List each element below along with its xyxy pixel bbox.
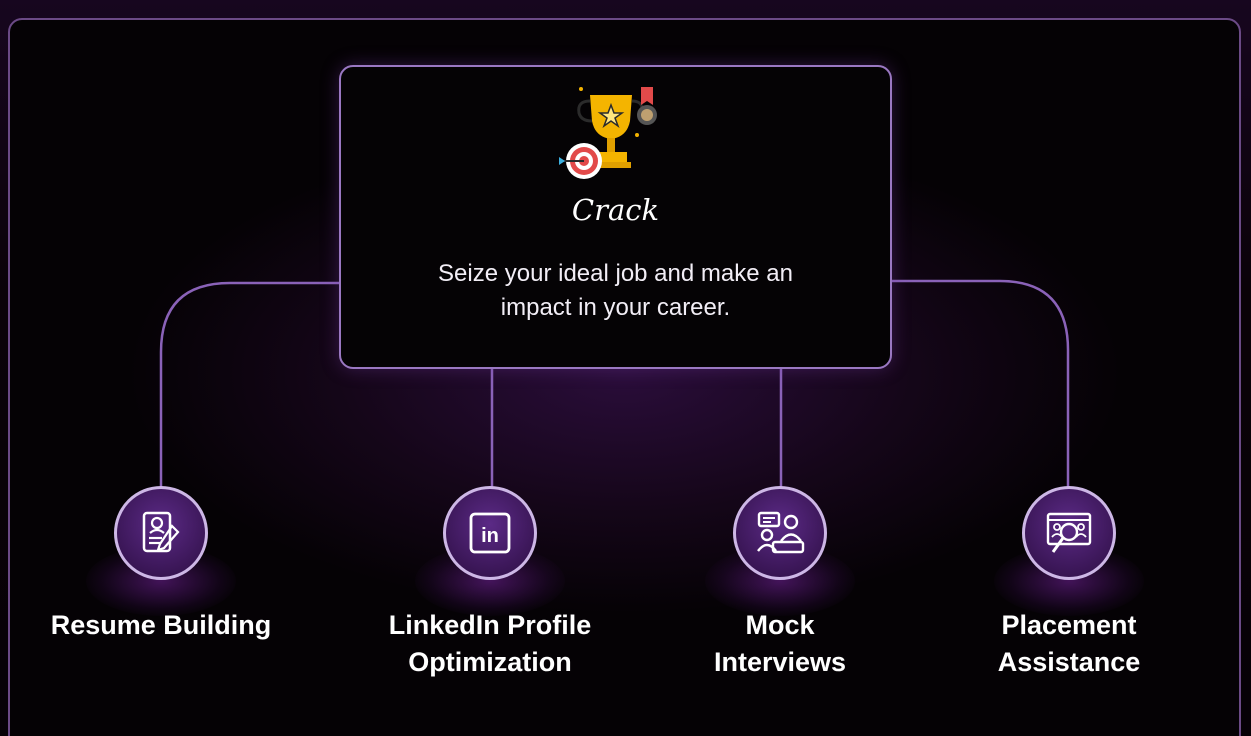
node-circle[interactable] — [114, 486, 208, 580]
linkedin-icon: in — [469, 512, 511, 554]
svg-text:in: in — [481, 525, 499, 547]
node-circle[interactable] — [733, 486, 827, 580]
node-label-resume-building: Resume Building — [50, 610, 272, 640]
node-label-placement-assistance: Placement Assistance — [997, 610, 1141, 677]
diagram-canvas: Crack Seize your ideal job and make an i… — [0, 0, 1251, 736]
node-label-mock-interviews: Mock Interviews — [713, 610, 847, 677]
node-label-linkedin-optimization: LinkedIn Profile Optimization — [388, 610, 592, 677]
interview-chat-icon — [757, 511, 805, 554]
trophy-target-medal-icon — [559, 87, 657, 179]
node-circle[interactable]: in — [443, 486, 537, 580]
node-circle[interactable] — [1022, 486, 1116, 580]
node-placement-assistance[interactable]: Placement Assistance — [949, 486, 1189, 681]
node-mock-interviews[interactable]: Mock Interviews — [660, 486, 900, 681]
center-title: Crack — [571, 193, 660, 227]
center-description: Seize your ideal job and make an impact … — [438, 260, 793, 321]
node-linkedin-optimization[interactable]: in LinkedIn Profile Optimization — [370, 486, 610, 681]
center-card: Crack Seize your ideal job and make an i… — [339, 65, 892, 369]
job-search-icon — [1046, 512, 1092, 553]
resume-edit-icon — [142, 511, 180, 553]
node-resume-building[interactable]: Resume Building — [41, 486, 281, 644]
